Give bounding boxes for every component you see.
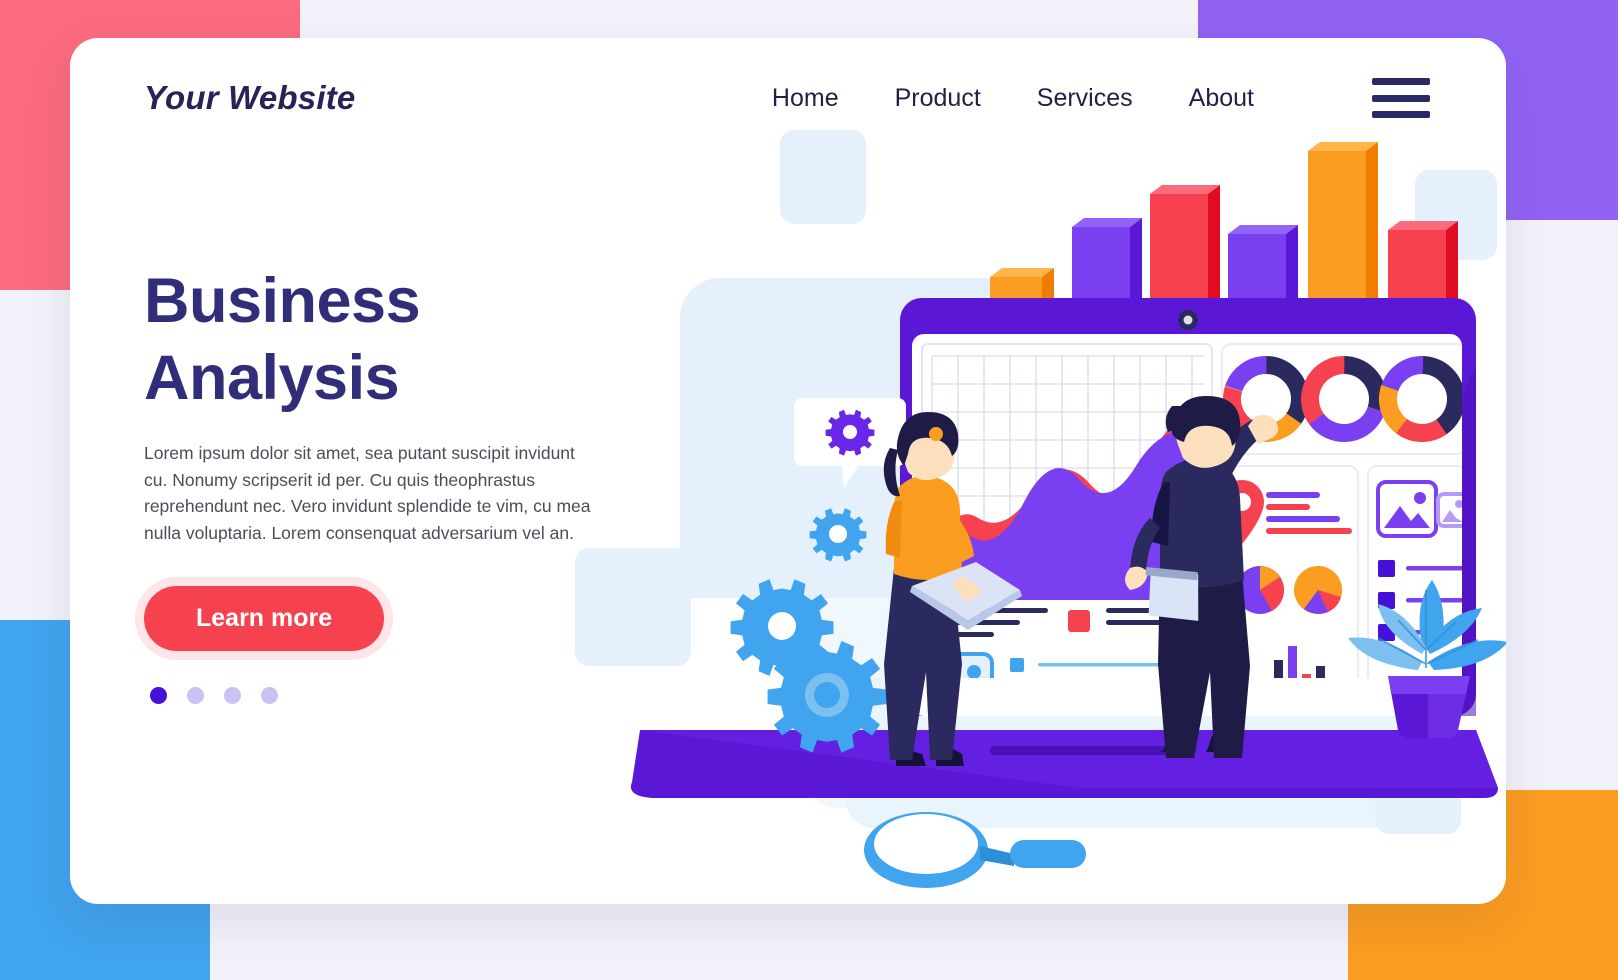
carousel-dots [144,687,674,705]
page-title-line-2: Analysis [144,343,400,414]
nav-item-services[interactable]: Services [1037,84,1133,113]
hero-section: Business Analysis Lorem ipsum dolor sit … [144,263,674,705]
carousel-dot-3[interactable] [224,687,241,705]
magnifying-glass-icon [864,812,1086,888]
site-logo[interactable]: Your Website [144,79,355,117]
business-analysis-illustration [560,98,1506,898]
learn-more-button[interactable]: Learn more [144,586,385,652]
page-title: Business Analysis [144,263,674,418]
hamburger-icon[interactable] [1372,78,1430,118]
main-navigation: Home Product Services About [772,78,1430,118]
hero-description: Lorem ipsum dolor sit amet, sea putant s… [144,442,591,543]
nav-item-about[interactable]: About [1189,84,1254,113]
nav-item-product[interactable]: Product [895,84,981,113]
gear-icon-small [809,508,867,562]
carousel-dot-4[interactable] [261,687,278,705]
carousel-dot-1[interactable] [150,687,167,705]
pie-chart-small-2 [1294,565,1343,614]
landing-page-card: Your Website Home Product Services About… [70,38,1506,904]
carousel-dot-2[interactable] [187,687,204,705]
site-header: Your Website Home Product Services About [70,38,1506,158]
nav-item-home[interactable]: Home [772,84,839,113]
page-title-line-1: Business [144,266,421,336]
